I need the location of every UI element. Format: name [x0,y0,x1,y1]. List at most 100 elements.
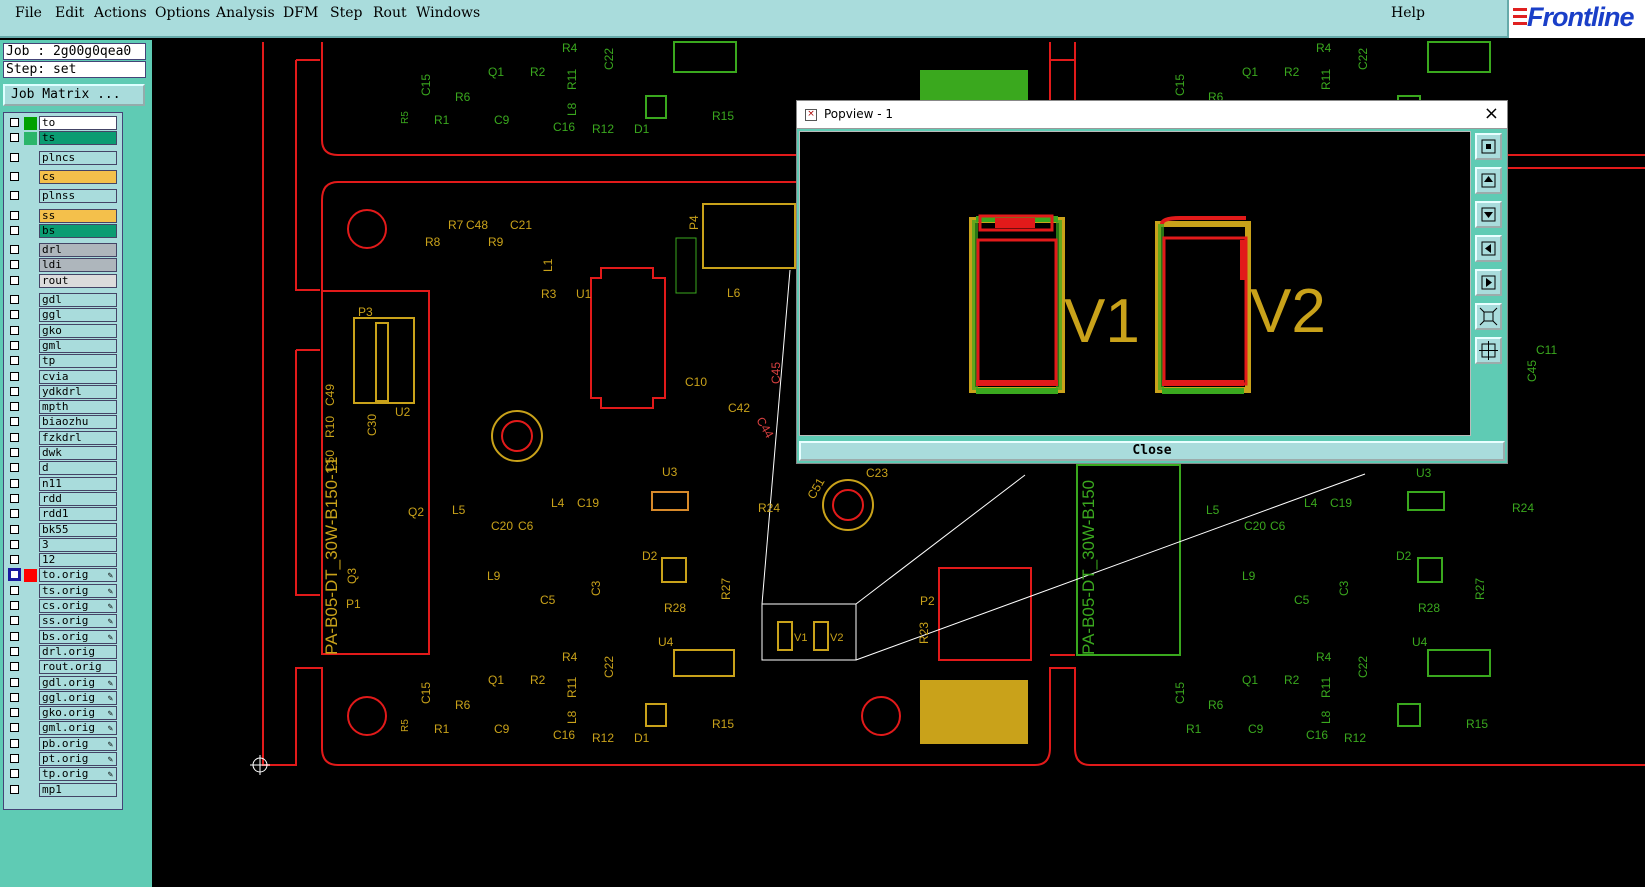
layer-name[interactable]: rdd [39,491,117,506]
layer-checkbox[interactable] [10,784,19,794]
layer-name[interactable]: drl.orig [39,644,117,659]
popview-drawing[interactable]: V1 V2 [800,132,1470,435]
layer-row[interactable]: ggl [4,308,122,323]
layer-row[interactable]: ydkdrl [4,384,122,400]
layer-row[interactable]: gml.orig ✎ [4,721,122,736]
layer-checkbox[interactable] [10,616,19,626]
popview-titlebar[interactable]: × Popview - 1 × [797,101,1507,129]
layer-name[interactable]: dwk [39,446,117,460]
layer-name[interactable]: tp.orig ✎ [39,767,117,782]
layer-checkbox[interactable] [10,191,19,201]
layer-row[interactable]: plnss [4,189,122,204]
layer-checkbox[interactable] [10,631,19,641]
layer-row[interactable]: to [4,116,122,131]
layer-name[interactable]: gdl.orig ✎ [39,675,117,690]
layer-row[interactable]: gko.orig ✎ [4,706,122,721]
layer-name[interactable]: cs.orig ✎ [39,599,117,613]
layer-row[interactable]: tp.orig ✎ [4,767,122,782]
layer-name[interactable]: 3 [39,537,117,552]
layer-checkbox[interactable] [10,754,19,763]
layer-name[interactable]: plnss [39,189,117,204]
pan-up-button[interactable] [1475,167,1502,194]
pan-left-button[interactable] [1475,235,1502,262]
layer-row[interactable]: plncs [4,150,122,166]
layer-checkbox[interactable] [10,417,19,427]
layer-checkbox[interactable] [10,171,19,181]
layer-checkbox[interactable] [10,386,19,396]
layer-name[interactable]: ss.orig ✎ [39,614,117,629]
layer-name[interactable]: ydkdrl [39,384,117,399]
layer-name[interactable]: ggl [39,308,117,323]
layer-checkbox[interactable] [10,260,19,270]
layer-name[interactable]: gdl [39,293,117,307]
layer-name[interactable]: fzkdrl [39,430,117,445]
popview-close-button[interactable]: Close [799,441,1505,461]
layer-checkbox[interactable] [10,708,19,718]
layer-checkbox[interactable] [8,568,21,582]
layer-name[interactable]: ss [39,208,117,223]
menu-help[interactable]: Help [1391,5,1425,21]
layer-row[interactable]: mp1 [4,782,122,798]
layer-name[interactable]: drl [39,243,117,258]
layer-name[interactable]: n11 [39,476,117,491]
layer-row[interactable]: cs [4,169,122,185]
layer-row[interactable]: ss [4,208,122,224]
layer-name[interactable]: tp [39,354,117,369]
layer-row[interactable]: bk55 [4,522,122,538]
layer-checkbox[interactable] [10,295,19,304]
layer-name[interactable]: to.orig ✎ [39,568,117,583]
layer-name[interactable]: ts [39,131,117,146]
layer-checkbox[interactable] [10,325,19,335]
zoom-in-button[interactable] [1475,303,1502,330]
layer-row[interactable]: gdl.orig ✎ [4,675,122,691]
layer-checkbox[interactable] [10,133,19,143]
layer-name[interactable]: biaozhu [39,415,117,430]
layer-row[interactable]: cvia [4,369,122,385]
layer-row[interactable]: tp [4,354,122,369]
layer-checkbox[interactable] [10,402,19,412]
layer-checkbox[interactable] [10,371,19,381]
menu-windows[interactable]: Windows [416,5,480,21]
menu-analysis[interactable]: Analysis [216,5,275,21]
layer-name[interactable]: to [39,116,117,130]
layer-checkbox[interactable] [10,210,19,220]
layer-checkbox[interactable] [10,478,19,488]
layer-name[interactable]: 12 [39,553,117,568]
layer-name[interactable]: d [39,461,117,476]
zoom-fit-button[interactable] [1475,133,1502,160]
layer-row[interactable]: fzkdrl [4,430,122,446]
layer-row[interactable]: ldi [4,258,122,273]
layer-name[interactable]: mpth [39,400,117,415]
menu-actions[interactable]: Actions [94,5,147,21]
layer-checkbox[interactable] [10,601,19,610]
menu-options[interactable]: Options [155,5,210,21]
layer-checkbox[interactable] [10,493,19,503]
layer-name[interactable]: pt.orig ✎ [39,752,117,766]
layer-row[interactable]: cs.orig ✎ [4,599,122,614]
layer-row[interactable]: n11 [4,476,122,492]
layer-row[interactable]: d [4,461,122,476]
layer-name[interactable]: cvia [39,369,117,384]
layer-checkbox[interactable] [10,585,19,595]
layer-name[interactable]: rout [39,273,117,288]
layer-row[interactable]: mpth [4,400,122,415]
layer-name[interactable]: ldi [39,258,117,273]
layer-name[interactable]: bk55 [39,522,117,537]
layer-name[interactable]: ggl.orig ✎ [39,690,117,705]
layer-checkbox[interactable] [10,723,19,733]
layer-row[interactable]: biaozhu [4,415,122,430]
layer-checkbox[interactable] [10,432,19,442]
layer-checkbox[interactable] [10,340,19,350]
layer-name[interactable]: gml [39,338,117,353]
layer-row[interactable]: bs [4,223,122,239]
layer-name[interactable]: plncs [39,150,117,165]
layer-name[interactable]: mp1 [39,782,117,797]
zoom-out-button[interactable] [1475,337,1502,364]
menu-file[interactable]: File [15,5,42,21]
layer-row[interactable]: rdd1 [4,507,122,522]
layer-checkbox[interactable] [10,463,19,473]
layer-name[interactable]: ts.orig ✎ [39,583,117,598]
layer-color-swatch[interactable] [24,117,37,130]
layer-checkbox[interactable] [10,356,19,366]
close-icon[interactable]: × [1484,103,1499,124]
